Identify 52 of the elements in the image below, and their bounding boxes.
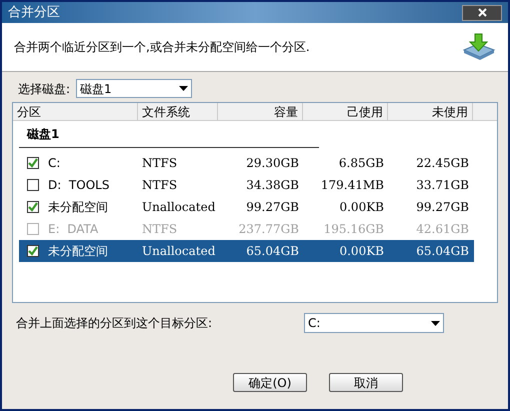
cancel-button[interactable]: 取消: [329, 373, 403, 392]
disk-select[interactable]: 磁盘1: [76, 79, 192, 98]
used-cell-text: 0.00KB: [338, 243, 385, 260]
free-cell-text: 33.71GB: [415, 177, 470, 194]
target-select[interactable]: C:: [304, 313, 444, 333]
checkbox[interactable]: [27, 245, 39, 257]
capacity-cell-text: 99.27GB: [245, 199, 300, 216]
free-cell-text: 42.61GB: [415, 221, 470, 238]
dropdown-caret-icon: [431, 320, 440, 326]
partition-name: D: TOOLS: [48, 177, 110, 194]
checkbox[interactable]: [27, 201, 39, 213]
partition-name: 未分配空间: [48, 243, 108, 260]
used-cell-text: 0.00KB: [338, 199, 385, 216]
file-system-cell-text: NTFS: [141, 177, 178, 194]
file-system-cell-text: Unallocated: [141, 199, 216, 216]
column-header[interactable]: 分区: [13, 103, 138, 120]
partition-row[interactable]: 未分配空间 Unallocated 65.04GB 0.00KB 65.04GB: [19, 240, 474, 262]
ok-button[interactable]: 确定(O): [233, 373, 307, 392]
free-cell-text: 22.45GB: [415, 155, 470, 172]
partition-name: E: DATA: [48, 221, 98, 238]
dropdown-caret-icon: [179, 86, 188, 91]
disk-group-label: 磁盘1: [27, 127, 60, 141]
column-header[interactable]: 容量: [218, 103, 303, 120]
capacity-cell-text: 34.38GB: [245, 177, 300, 194]
file-system-cell-text: Unallocated: [141, 243, 216, 260]
column-header[interactable]: 文件系统: [138, 103, 218, 120]
description-text: 合并两个临近分区到一个,或合并未分配空间给一个分区.: [14, 39, 310, 56]
free-cell-text: 65.04GB: [415, 243, 470, 260]
column-header[interactable]: 未使用: [388, 103, 473, 120]
capacity-cell-text: 29.30GB: [245, 155, 300, 172]
partition-row[interactable]: 未分配空间 Unallocated 99.27GB 0.00KB 99.27GB: [19, 196, 474, 218]
close-button[interactable]: [462, 4, 502, 20]
window-title: 合并分区: [8, 4, 60, 22]
partition-row[interactable]: D: TOOLS NTFS 34.38GB 179.41MB 33.71GB: [19, 174, 474, 196]
checkbox[interactable]: [27, 179, 39, 191]
capacity-cell-text: 237.77GB: [238, 221, 300, 238]
disk-download-icon: [462, 32, 496, 62]
checkbox[interactable]: [27, 157, 39, 169]
used-cell-text: 179.41MB: [320, 177, 385, 194]
file-system-cell-text: NTFS: [141, 155, 178, 172]
used-cell-text: 6.85GB: [338, 155, 385, 172]
used-cell-text: 195.16GB: [322, 221, 385, 238]
disk-select-label: 选择磁盘:: [18, 80, 70, 98]
partition-name: C:: [48, 155, 60, 172]
column-header[interactable]: 己使用: [303, 103, 388, 120]
partition-name: 未分配空间: [48, 199, 108, 216]
target-label: 合并上面选择的分区到这个目标分区:: [16, 315, 212, 332]
free-cell-text: 99.27GB: [415, 199, 470, 216]
close-icon: [478, 8, 486, 17]
capacity-cell-text: 65.04GB: [245, 243, 300, 260]
partition-row[interactable]: C: NTFS 29.30GB 6.85GB 22.45GB: [19, 152, 474, 174]
file-system-cell-text: NTFS: [141, 221, 178, 238]
